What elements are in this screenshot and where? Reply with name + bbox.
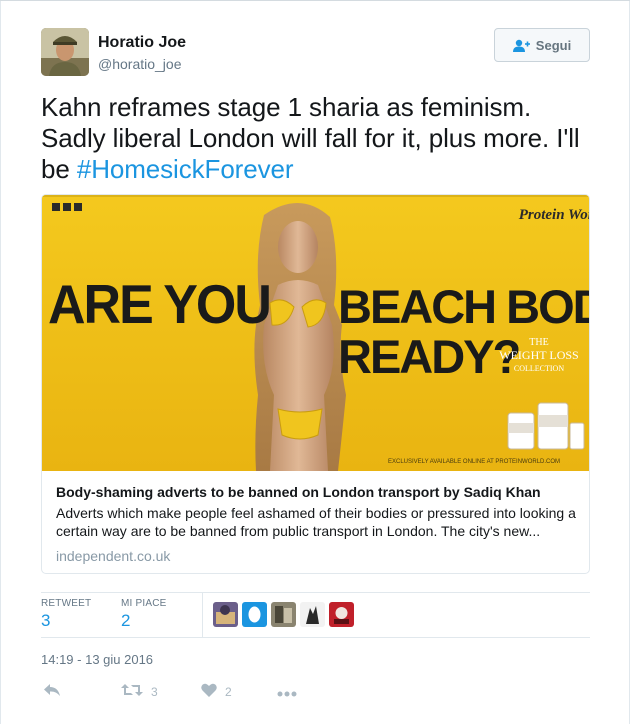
- liker-avatar[interactable]: [271, 602, 296, 627]
- heart-icon: [201, 683, 217, 700]
- card-title[interactable]: Body-shaming adverts to be banned on Lon…: [56, 483, 580, 501]
- more-dots-icon: [277, 686, 297, 700]
- card-domain[interactable]: independent.co.uk: [56, 548, 580, 564]
- author-avatar[interactable]: [41, 28, 89, 76]
- retweet-count: 3: [151, 684, 158, 699]
- liker-avatar[interactable]: [329, 602, 354, 627]
- liker-avatar[interactable]: [300, 602, 325, 627]
- retweet-button[interactable]: 3: [121, 683, 158, 700]
- retweet-stat-value: 3: [41, 611, 51, 630]
- follow-person-plus-icon: [512, 39, 530, 52]
- link-card[interactable]: ARE YOU BEACH BODY READY? Protein World …: [41, 194, 590, 574]
- like-stat[interactable]: MI PIACE 2: [121, 598, 167, 631]
- top-divider: [0, 0, 630, 1]
- card-image[interactable]: ARE YOU BEACH BODY READY? Protein World …: [42, 195, 589, 471]
- liker-avatars: [213, 602, 354, 627]
- follow-button[interactable]: Segui: [494, 28, 590, 62]
- card-description: Adverts which make people feel ashamed o…: [56, 505, 576, 539]
- author-name[interactable]: Horatio Joe: [98, 34, 186, 52]
- ad-headline-3: READY?: [338, 330, 519, 383]
- tweet-actions: 3 2: [41, 680, 590, 704]
- retweet-stat[interactable]: RETWEET 3: [41, 598, 91, 631]
- like-button[interactable]: 2: [201, 683, 232, 700]
- tweet-timestamp[interactable]: 14:19 - 13 giu 2016: [41, 652, 153, 667]
- author-handle[interactable]: @horatio_joe: [98, 56, 182, 72]
- hashtag-link[interactable]: #HomesickForever: [77, 154, 294, 184]
- ad-headline-1: ARE YOU: [48, 275, 270, 335]
- like-stat-label: MI PIACE: [121, 598, 167, 609]
- ad-collection-bottom: COLLECTION: [514, 364, 564, 373]
- retweet-stat-label: RETWEET: [41, 598, 92, 609]
- tweet-stats: RETWEET 3 MI PIACE 2: [41, 592, 590, 638]
- reply-button[interactable]: [43, 683, 61, 700]
- stats-divider: [202, 593, 203, 637]
- ad-footer: EXCLUSIVELY AVAILABLE ONLINE AT PROTEINW…: [388, 459, 560, 465]
- ad-brand: Protein World: [519, 207, 589, 223]
- more-button[interactable]: [277, 686, 297, 700]
- follow-button-label: Segui: [535, 37, 572, 53]
- ad-collection-top: THE: [529, 337, 548, 348]
- ad-headline-2: BEACH BODY: [338, 280, 589, 333]
- liker-avatar[interactable]: [242, 602, 267, 627]
- tweet-text: Kahn reframes stage 1 sharia as feminism…: [41, 92, 593, 185]
- like-count: 2: [225, 684, 232, 699]
- like-stat-value: 2: [121, 611, 131, 630]
- ad-collection-main: WEIGHT LOSS: [499, 348, 578, 362]
- card-body: Body-shaming adverts to be banned on Lon…: [56, 483, 580, 564]
- reply-icon: [43, 683, 61, 700]
- liker-avatar[interactable]: [213, 602, 238, 627]
- tweet-header: Horatio Joe @horatio_joe Segui: [41, 28, 591, 78]
- retweet-icon: [121, 683, 143, 700]
